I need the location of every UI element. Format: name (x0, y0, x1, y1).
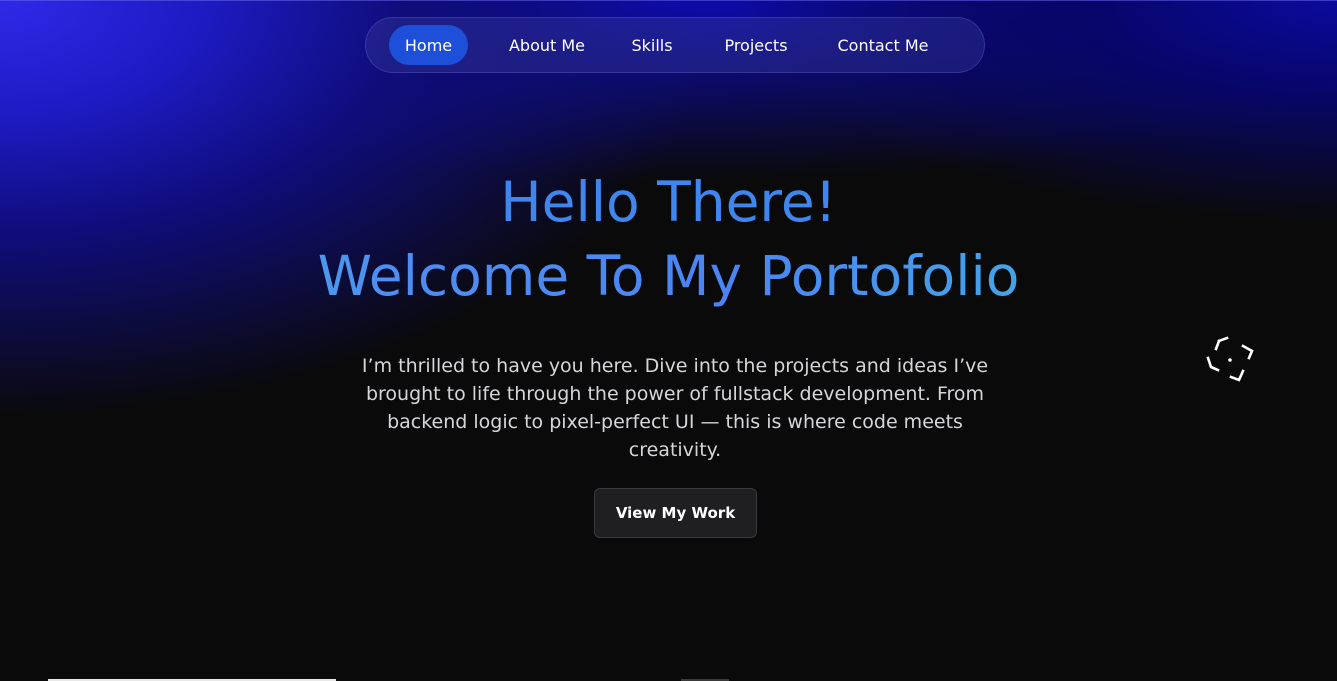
focus-frame-icon[interactable] (1205, 336, 1255, 384)
nav-item-home[interactable]: Home (389, 25, 468, 65)
nav-item-contact-me[interactable]: Contact Me (822, 25, 944, 65)
top-border (0, 0, 1337, 1)
nav-item-about-me[interactable]: About Me (489, 25, 605, 65)
nav-item-projects[interactable]: Projects (710, 25, 802, 65)
hero-title: Hello There! Welcome To My Portofolio (0, 165, 1337, 313)
view-my-work-button[interactable]: View My Work (594, 488, 757, 538)
main-navigation: Home About Me Skills Projects Contact Me (365, 17, 985, 73)
hero-description: I’m thrilled to have you here. Dive into… (361, 355, 989, 461)
nav-item-skills[interactable]: Skills (623, 25, 681, 65)
hero-title-welcome: Welcome To My Portofolio (0, 239, 1337, 313)
hero-title-greeting: Hello There! (500, 170, 837, 234)
portfolio-page: Home About Me Skills Projects Contact Me… (0, 0, 1337, 681)
